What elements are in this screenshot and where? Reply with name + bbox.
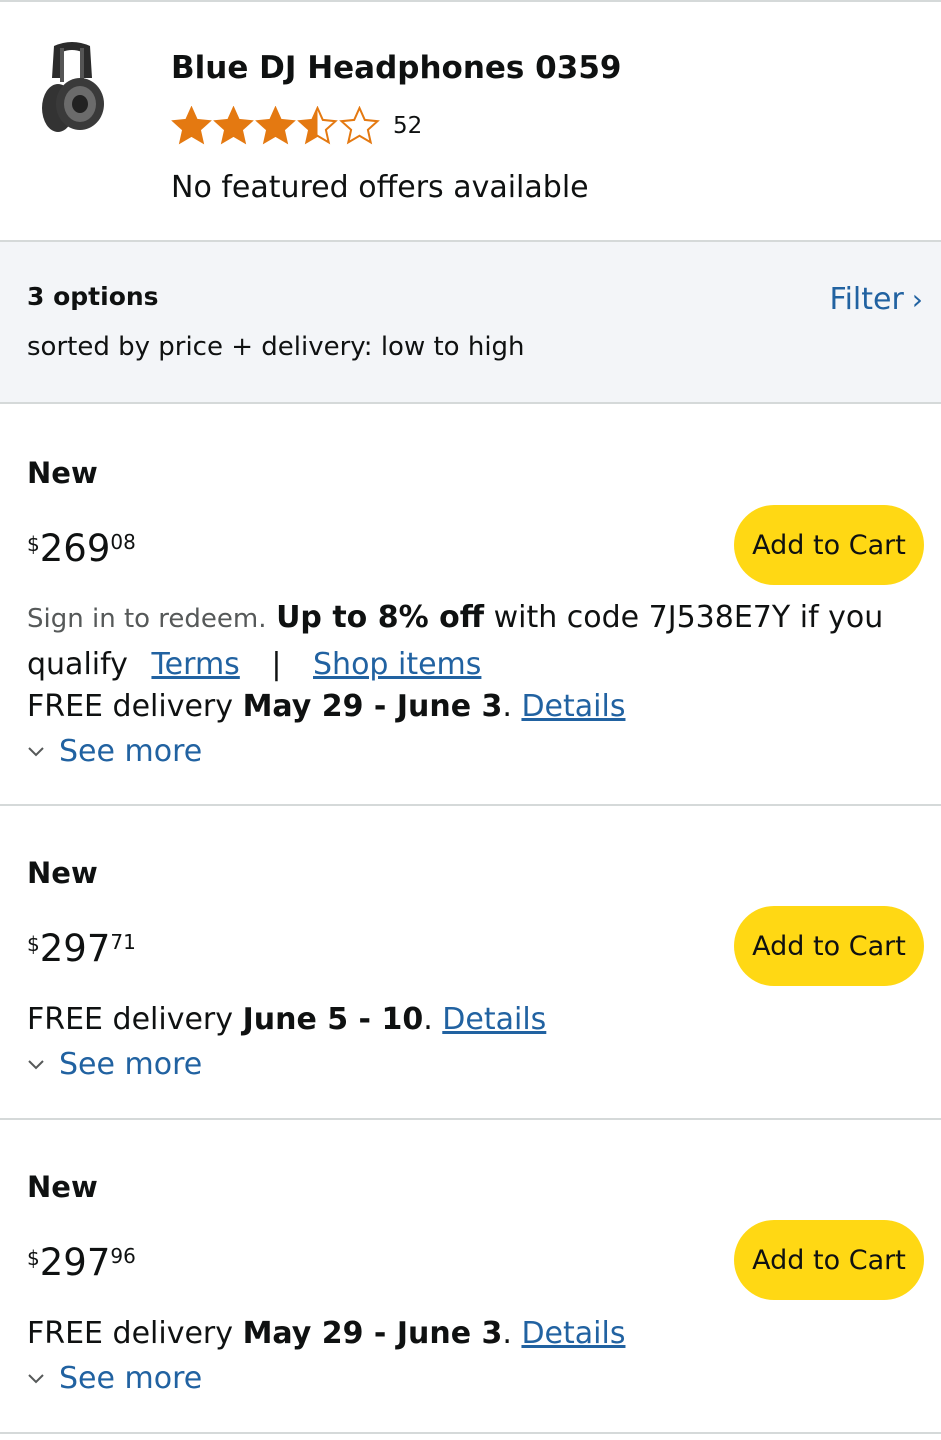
- offer-condition: New: [27, 1170, 98, 1204]
- price-fraction: 08: [110, 530, 136, 554]
- chevron-down-icon: [28, 746, 44, 756]
- star-icon: [297, 106, 338, 145]
- price-symbol: $: [27, 1246, 40, 1270]
- offer-price: $ 297 71: [27, 926, 136, 967]
- star-icon: [171, 106, 212, 145]
- sort-description: sorted by price + delivery: low to high: [27, 332, 525, 362]
- add-to-cart-button[interactable]: Add to Cart: [734, 906, 924, 986]
- add-to-cart-button[interactable]: Add to Cart: [734, 1220, 924, 1300]
- link-separator: |: [271, 647, 282, 682]
- add-to-cart-button[interactable]: Add to Cart: [734, 505, 924, 585]
- price-whole: 269: [39, 527, 111, 570]
- see-more-toggle[interactable]: See more: [27, 1361, 202, 1396]
- price-symbol: $: [27, 932, 40, 956]
- delivery-dates: May 29 - June 3: [242, 689, 503, 724]
- see-more-label: See more: [59, 1047, 203, 1082]
- headphones-product-image[interactable]: [32, 38, 112, 138]
- offer-card: New $ 297 96 Add to Cart FREE delivery M…: [0, 1120, 941, 1434]
- delivery-info: FREE delivery May 29 - June 3. Details: [27, 689, 626, 724]
- price-fraction: 96: [110, 1244, 136, 1268]
- filter-label: Filter: [829, 282, 904, 317]
- details-link[interactable]: Details: [521, 1316, 625, 1351]
- no-featured-offers-text: No featured offers available: [171, 170, 589, 205]
- offer-price: $ 269 08: [27, 526, 136, 567]
- delivery-dates: June 5 - 10: [242, 1002, 424, 1037]
- offer-price: $ 297 96: [27, 1240, 136, 1281]
- offer-card: New $ 297 71 Add to Cart FREE delivery J…: [0, 806, 941, 1120]
- delivery-info: FREE delivery May 29 - June 3. Details: [27, 1316, 626, 1351]
- details-link[interactable]: Details: [521, 689, 625, 724]
- star-icon: [213, 106, 254, 145]
- see-more-label: See more: [59, 1361, 203, 1396]
- chevron-down-icon: [28, 1059, 44, 1069]
- delivery-info: FREE delivery June 5 - 10. Details: [27, 1002, 547, 1037]
- price-whole: 297: [39, 927, 111, 970]
- chevron-right-icon: ›: [911, 283, 923, 316]
- star-rating: [171, 106, 381, 146]
- see-more-label: See more: [59, 734, 203, 769]
- see-more-toggle[interactable]: See more: [27, 734, 202, 769]
- promo-discount: Up to 8% off: [276, 600, 485, 635]
- offer-condition: New: [27, 456, 98, 490]
- sign-in-to-redeem[interactable]: Sign in to redeem.: [27, 604, 267, 634]
- delivery-prefix: FREE delivery: [27, 1002, 234, 1037]
- promo-text: Sign in to redeem. Up to 8% off with cod…: [27, 595, 907, 687]
- price-symbol: $: [27, 532, 40, 556]
- delivery-prefix: FREE delivery: [27, 689, 234, 724]
- star-icon: [255, 106, 296, 145]
- delivery-prefix: FREE delivery: [27, 1316, 234, 1351]
- product-title[interactable]: Blue DJ Headphones 0359: [171, 50, 621, 86]
- rating-count[interactable]: 52: [393, 113, 422, 139]
- shop-items-link[interactable]: Shop items: [313, 647, 481, 682]
- chevron-down-icon: [28, 1373, 44, 1383]
- price-whole: 297: [39, 1241, 111, 1284]
- options-bar: 3 options sorted by price + delivery: lo…: [0, 242, 941, 404]
- filter-button[interactable]: Filter ›: [830, 282, 924, 317]
- offer-card: New $ 269 08 Add to Cart Sign in to rede…: [0, 404, 941, 806]
- offer-condition: New: [27, 856, 98, 890]
- terms-link[interactable]: Terms: [151, 647, 239, 682]
- product-header: Blue DJ Headphones 0359 52 No featured o…: [0, 2, 941, 242]
- price-fraction: 71: [110, 930, 136, 954]
- star-icon: [339, 106, 380, 145]
- delivery-dates: May 29 - June 3: [242, 1316, 503, 1351]
- rating-row[interactable]: 52: [171, 106, 422, 146]
- details-link[interactable]: Details: [442, 1002, 546, 1037]
- see-more-toggle[interactable]: See more: [27, 1047, 202, 1082]
- options-count: 3 options: [27, 282, 159, 311]
